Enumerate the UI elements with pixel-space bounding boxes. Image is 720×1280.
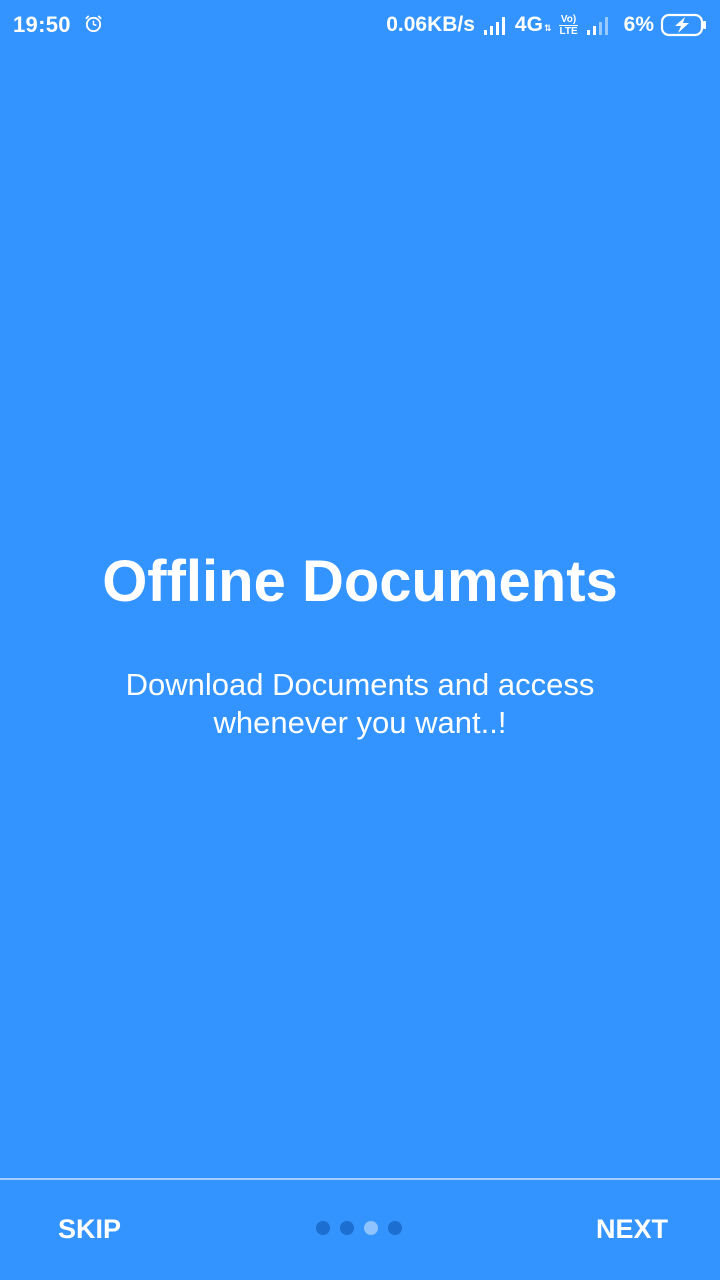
page-dot-4[interactable] <box>388 1221 402 1235</box>
page-indicator <box>316 1221 402 1235</box>
onboarding-navigation: SKIP NEXT <box>0 1180 720 1280</box>
network-type: 4G ⇅ <box>515 13 552 37</box>
next-button[interactable]: NEXT <box>596 1214 668 1245</box>
alarm-icon <box>85 15 102 33</box>
page-description: Download Documents and access whenever y… <box>125 667 595 740</box>
page-title: Offline Documents <box>102 549 618 614</box>
status-indicators: 0.06KB/s 4G ⇅ Vo) LTE 6% <box>386 11 708 39</box>
network-type-label: 4G <box>514 13 543 36</box>
page-dot-1[interactable] <box>316 1221 330 1235</box>
status-time: 19:50 <box>13 12 71 37</box>
signal-icon <box>483 17 505 35</box>
data-arrows-icon: ⇅ <box>543 23 552 33</box>
skip-button[interactable]: SKIP <box>58 1214 121 1245</box>
volte-line2: LTE <box>559 24 578 37</box>
network-speed: 0.06KB/s <box>386 13 475 36</box>
volte-icon: Vo) LTE <box>559 13 578 37</box>
battery-charging-icon <box>660 13 706 37</box>
page-dot-2[interactable] <box>340 1221 354 1235</box>
battery-percent: 6% <box>623 13 654 36</box>
status-bar: 19:50 0.06KB/s 4G ⇅ Vo) LTE 6% <box>0 0 720 52</box>
signal-icon-secondary <box>586 17 608 35</box>
page-dot-3-active[interactable] <box>364 1221 378 1235</box>
volte-line1: Vo) <box>560 13 577 25</box>
onboarding-content: Offline Documents Download Documents and… <box>0 540 720 742</box>
